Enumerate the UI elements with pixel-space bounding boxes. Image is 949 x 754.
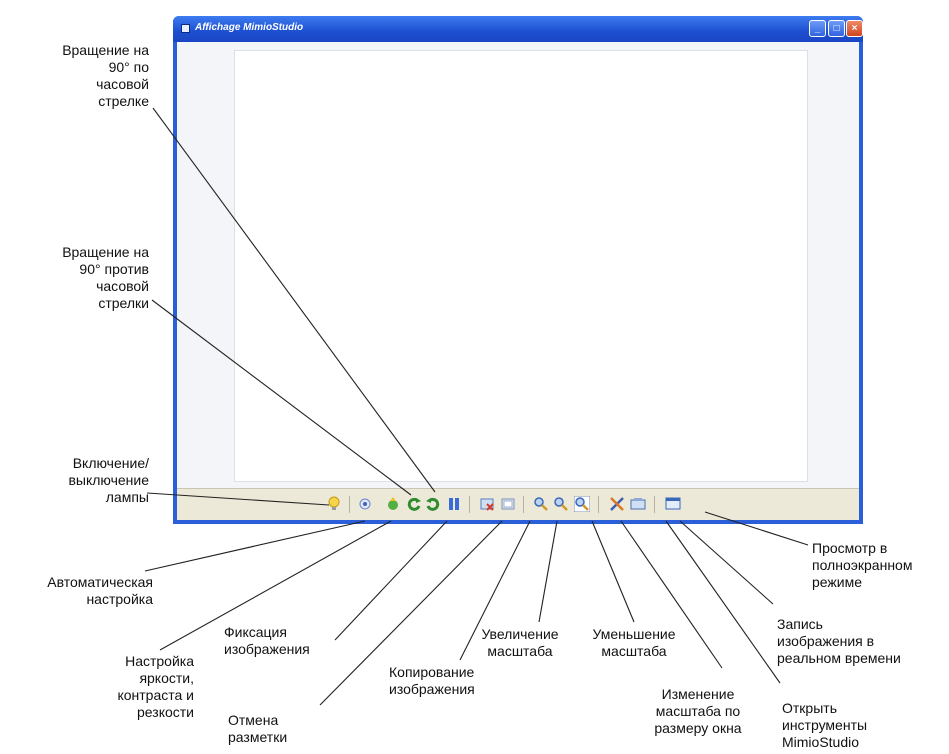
minimize-button[interactable]: _ xyxy=(809,20,826,37)
app-icon xyxy=(181,24,190,33)
label-auto-adjust: Автоматическая настройка xyxy=(47,574,153,607)
close-button[interactable]: × xyxy=(846,20,863,37)
mimio-view-window: Affichage MimioStudio _ □ × xyxy=(173,16,863,524)
label-zoom-fit: Изменение масштаба по размеру окна xyxy=(654,686,742,736)
leader-zoom-in xyxy=(538,520,558,623)
window-title: Affichage MimioStudio xyxy=(195,22,304,33)
leader-auto xyxy=(144,520,366,572)
minimize-icon: _ xyxy=(814,23,821,34)
label-rotate-cw: Вращение на 90° по часовой стрелке xyxy=(62,42,149,109)
close-icon: × xyxy=(851,23,858,34)
label-record: Запись изображения в реальном времени xyxy=(777,616,901,666)
zoom-fit-icon[interactable] xyxy=(574,496,590,512)
label-zoom-out: Уменьшение масштаба xyxy=(592,626,676,659)
fullscreen-icon[interactable] xyxy=(665,496,681,512)
label-clear-markup: Отмена разметки xyxy=(228,712,288,745)
title-bar[interactable]: Affichage MimioStudio _ □ × xyxy=(173,16,863,42)
bottom-toolbar xyxy=(177,488,859,520)
mimio-tools-icon[interactable] xyxy=(609,496,625,512)
label-freeze: Фиксация изображения xyxy=(224,624,310,657)
label-lamp: Включение/ выключение лампы xyxy=(68,455,149,505)
label-brightness: Настройка яркости, контраста и резкости xyxy=(117,653,194,720)
zoom-in-icon[interactable] xyxy=(533,496,549,512)
record-icon[interactable] xyxy=(630,496,646,512)
copy-image-icon[interactable] xyxy=(479,496,495,512)
leader-record xyxy=(679,520,774,605)
leader-freeze xyxy=(334,520,448,641)
auto-adjust-icon[interactable] xyxy=(357,496,373,512)
leader-zoom-out xyxy=(591,520,635,623)
freeze-icon[interactable] xyxy=(446,496,462,512)
maximize-icon: □ xyxy=(833,23,840,34)
zoom-out-icon[interactable] xyxy=(553,496,569,512)
clear-markup-icon[interactable] xyxy=(500,496,516,512)
image-canvas[interactable] xyxy=(234,50,808,482)
toolbar-separator xyxy=(523,496,524,513)
rotate-ccw-icon[interactable] xyxy=(425,496,441,512)
label-copy-image: Копирование изображения xyxy=(389,664,475,697)
label-rotate-ccw: Вращение на 90° против часовой стрелки xyxy=(62,244,149,311)
toolbar-separator xyxy=(349,496,350,513)
toolbar-separator xyxy=(469,496,470,513)
label-zoom-in: Увеличение масштаба xyxy=(481,626,559,659)
label-fullscreen: Просмотр в полноэкранном режиме xyxy=(812,540,913,590)
maximize-button[interactable]: □ xyxy=(828,20,845,37)
rotate-cw-icon[interactable] xyxy=(406,496,422,512)
toolbar-separator xyxy=(654,496,655,513)
window-client-area xyxy=(177,42,859,520)
label-mimio-tools: Открыть инструменты MimioStudio xyxy=(782,700,868,750)
toolbar-separator xyxy=(598,496,599,513)
lamp-icon[interactable] xyxy=(326,496,342,512)
brightness-icon[interactable] xyxy=(385,496,401,512)
